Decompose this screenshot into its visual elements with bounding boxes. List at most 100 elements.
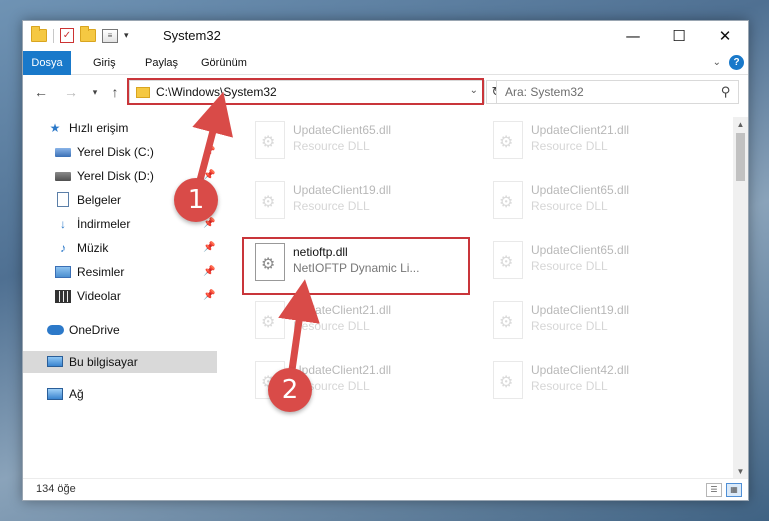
toolbar-divider	[53, 28, 54, 43]
pin-icon[interactable]: 📌	[203, 261, 215, 283]
details-view-icon[interactable]: ☰	[706, 483, 722, 497]
file-name: UpdateClient42.dll	[531, 363, 630, 377]
step-2-badge: 2	[268, 368, 312, 412]
file-description: Resource DLL	[531, 199, 608, 213]
tab-share[interactable]: Paylaş	[145, 51, 178, 75]
file-description: Resource DLL	[293, 199, 370, 213]
file-description: Resource DLL	[531, 139, 608, 153]
back-icon[interactable]: ←	[31, 82, 51, 102]
view-switcher: ☰ ▦	[706, 483, 742, 497]
sidebar-item-pictures[interactable]: Resimler 📌	[23, 261, 217, 283]
folder-icon[interactable]	[31, 26, 47, 42]
sidebar-item-label: İndirmeler	[77, 217, 131, 231]
file-name: UpdateClient65.dll	[531, 243, 630, 257]
sidebar-item-label: Yerel Disk (D:)	[77, 169, 154, 183]
sidebar-item-label: Videolar	[77, 289, 121, 303]
file-name: UpdateClient65.dll	[531, 183, 630, 197]
ribbon-right: ⌄ ?	[713, 55, 744, 70]
customize-toolbar-icon[interactable]: ▾	[124, 30, 129, 41]
properties-icon[interactable]: ≡	[102, 28, 118, 43]
help-icon[interactable]: ?	[729, 55, 744, 70]
sidebar-item-label: Belgeler	[77, 193, 122, 207]
new-folder-icon[interactable]	[80, 26, 96, 42]
pictures-icon	[55, 266, 71, 278]
sidebar-item-quick-access[interactable]: ★ Hızlı erişim	[23, 117, 217, 139]
step-1-badge: 1	[174, 178, 218, 222]
dll-file-icon	[255, 301, 285, 339]
search-icon[interactable]: ⚲	[721, 84, 731, 100]
ribbon: Dosya Giriş Paylaş Görünüm ⌄ ?	[23, 51, 748, 75]
checklist-icon[interactable]: ✓	[60, 28, 74, 43]
expand-ribbon-icon[interactable]: ⌄	[713, 57, 721, 68]
vertical-scrollbar[interactable]: ▲ ▼	[733, 117, 748, 479]
file-list: UpdateClient65.dll Resource DLL UpdateCl…	[233, 117, 733, 479]
quick-access-toolbar: ✓ ≡ ▾	[31, 26, 129, 43]
search-input[interactable]: Ara: System32 ⚲	[496, 80, 739, 104]
pin-icon[interactable]: 📌	[203, 141, 215, 163]
videos-icon	[55, 290, 71, 303]
sidebar-item-label: Müzik	[77, 241, 109, 255]
file-name: UpdateClient19.dll	[531, 303, 630, 317]
maximize-button[interactable]: ☐	[656, 21, 702, 51]
file-item[interactable]: UpdateClient21.dll Resource DLL	[483, 117, 713, 169]
sidebar-item-local-disk-c[interactable]: Yerel Disk (C:) 📌	[23, 141, 217, 163]
sidebar-item-videos[interactable]: Videolar 📌	[23, 285, 217, 307]
recent-locations-icon[interactable]: ▾	[85, 82, 105, 102]
cloud-icon	[47, 325, 64, 335]
sidebar-item-this-pc[interactable]: Bu bilgisayar	[23, 351, 217, 373]
file-item[interactable]: UpdateClient65.dll Resource DLL	[245, 117, 475, 169]
dll-file-icon	[493, 301, 523, 339]
window-controls: — ☐ ✕	[610, 21, 748, 51]
file-item[interactable]: UpdateClient65.dll Resource DLL	[483, 177, 713, 229]
tab-view[interactable]: Görünüm	[201, 51, 247, 75]
address-highlight-box	[127, 78, 484, 105]
scroll-thumb[interactable]	[736, 133, 745, 181]
window-title: System32	[163, 28, 221, 43]
tiles-view-icon[interactable]: ▦	[726, 483, 742, 497]
pin-icon[interactable]: 📌	[203, 285, 215, 307]
dll-file-icon	[493, 181, 523, 219]
file-name: UpdateClient21.dll	[293, 303, 392, 317]
documents-icon	[57, 192, 69, 207]
sidebar-item-label: Resimler	[77, 265, 125, 279]
sidebar-item-label: Yerel Disk (C:)	[77, 145, 154, 159]
file-item[interactable]: UpdateClient42.dll Resource DLL	[483, 357, 713, 409]
network-icon	[47, 388, 63, 400]
up-icon[interactable]: ↑	[105, 82, 125, 102]
file-item[interactable]: UpdateClient65.dll Resource DLL	[483, 237, 713, 289]
sidebar-item-music[interactable]: ♪ Müzik 📌	[23, 237, 217, 259]
sidebar-item-onedrive[interactable]: OneDrive	[23, 319, 217, 341]
file-item[interactable]: UpdateClient19.dll Resource DLL	[483, 297, 713, 349]
file-description: Resource DLL	[293, 139, 370, 153]
dll-file-icon	[255, 181, 285, 219]
status-bar: 134 öğe ☰ ▦	[23, 478, 748, 500]
file-description: Resource DLL	[531, 379, 608, 393]
drive-icon	[55, 148, 71, 157]
file-name: UpdateClient65.dll	[293, 123, 392, 137]
scroll-down-icon[interactable]: ▼	[733, 464, 748, 479]
music-icon: ♪	[60, 241, 66, 255]
tab-home[interactable]: Giriş	[93, 51, 116, 75]
computer-icon	[47, 356, 63, 367]
pin-icon[interactable]: 📌	[203, 237, 215, 259]
file-item[interactable]: UpdateClient19.dll Resource DLL	[245, 177, 475, 229]
scroll-up-icon[interactable]: ▲	[733, 117, 748, 132]
file-description: Resource DLL	[293, 319, 370, 333]
title-bar: ✓ ≡ ▾ System32 — ☐ ✕	[23, 21, 748, 51]
address-row: ← → ▾ ↑ C:\Windows\System32 ⌄ ↻ Ara: Sys…	[23, 78, 748, 108]
file-name: UpdateClient19.dll	[293, 183, 392, 197]
sidebar-item-network[interactable]: Ağ	[23, 383, 217, 405]
tab-file[interactable]: Dosya	[23, 51, 71, 75]
file-item[interactable]: UpdateClient21.dll Resource DLL	[245, 297, 475, 349]
sidebar-item-label: Ağ	[69, 387, 84, 401]
dll-file-icon	[493, 121, 523, 159]
navigation-pane: ★ Hızlı erişim Yerel Disk (C:) 📌 Yerel D…	[23, 117, 217, 479]
sidebar-item-label: OneDrive	[69, 323, 120, 337]
close-button[interactable]: ✕	[702, 21, 748, 51]
forward-icon[interactable]: →	[61, 82, 81, 102]
dll-file-icon	[493, 241, 523, 279]
item-count: 134 öğe	[36, 483, 76, 495]
minimize-button[interactable]: —	[610, 21, 656, 51]
explorer-window: ✓ ≡ ▾ System32 — ☐ ✕ Dosya Giriş Paylaş …	[22, 20, 749, 501]
file-name: UpdateClient21.dll	[531, 123, 630, 137]
